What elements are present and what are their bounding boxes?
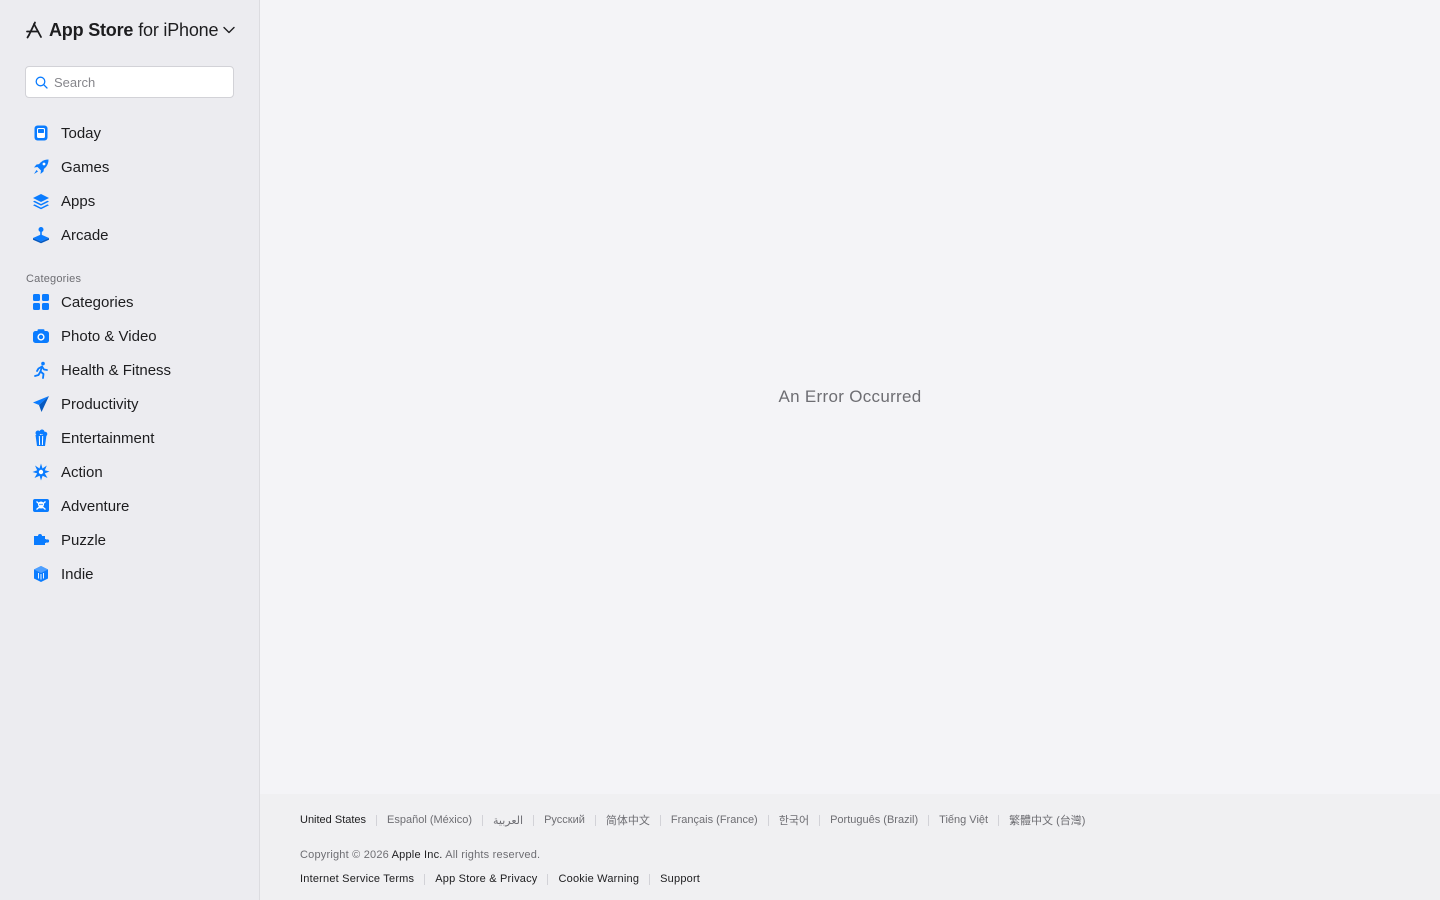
nav-item-label: Adventure: [61, 497, 130, 515]
legal-links: Internet Service Terms App Store & Priva…: [300, 873, 700, 885]
search-box[interactable]: [25, 66, 234, 98]
nav-item-label: Action: [61, 463, 103, 481]
running-figure-icon: [31, 360, 51, 380]
nav-item-adventure[interactable]: Adventure: [25, 489, 235, 523]
nav-item-label: Photo & Video: [61, 327, 157, 345]
footer: United States Español (México) العربية Р…: [260, 794, 1440, 900]
copyright-suffix: All rights reserved.: [445, 849, 541, 861]
language-link[interactable]: 繁體中文 (台灣): [1009, 812, 1085, 828]
copyright: Copyright © 2026 Apple Inc. All rights r…: [300, 849, 540, 861]
search-icon: [35, 76, 48, 89]
nav-item-categories[interactable]: Categories: [25, 285, 235, 319]
joystick-icon: [31, 225, 51, 245]
camera-icon: [31, 326, 51, 346]
language-link[interactable]: 한국어: [779, 812, 809, 828]
nav-item-label: Games: [61, 158, 110, 176]
nav-item-health-fitness[interactable]: Health & Fitness: [25, 353, 235, 387]
nav-item-label: Indie: [61, 565, 94, 583]
burst-icon: [31, 462, 51, 482]
indie-cube-icon: [31, 564, 51, 584]
divider: [533, 814, 535, 826]
nav-item-label: Arcade: [61, 226, 109, 244]
language-link[interactable]: 简体中文: [606, 812, 650, 828]
grid-icon: [31, 292, 51, 312]
divider: [659, 814, 661, 826]
nav-item-label: Puzzle: [61, 531, 107, 549]
categories-heading: Categories: [26, 273, 82, 285]
divider: [594, 814, 596, 826]
puzzle-piece-icon: [31, 530, 51, 550]
today-icon: [31, 123, 51, 143]
cookie-warning-link[interactable]: Cookie Warning: [558, 873, 639, 885]
paper-plane-icon: [31, 394, 51, 414]
divider: [767, 814, 769, 826]
language-link[interactable]: العربية: [493, 814, 523, 827]
nav-item-arcade[interactable]: Arcade: [25, 218, 235, 252]
nav-item-productivity[interactable]: Productivity: [25, 387, 235, 421]
nav-item-label: Health & Fitness: [61, 361, 172, 379]
language-link[interactable]: Tiếng Việt: [939, 814, 988, 826]
categories-nav: Categories Photo & Video Health & Fitnes…: [25, 285, 235, 591]
language-link[interactable]: Português (Brazil): [830, 814, 918, 826]
chevron-down-icon: [223, 26, 235, 34]
skull-crossbones-icon: [31, 496, 51, 516]
copyright-prefix: Copyright © 2026: [300, 849, 389, 861]
divider: [547, 873, 549, 885]
search-input[interactable]: [54, 74, 224, 90]
nav-item-games[interactable]: Games: [25, 150, 235, 184]
layers-icon: [31, 191, 51, 211]
divider: [928, 814, 930, 826]
nav-item-indie[interactable]: Indie: [25, 557, 235, 591]
divider: [649, 873, 651, 885]
divider: [424, 873, 426, 885]
divider: [998, 814, 1000, 826]
nav-item-label: Entertainment: [61, 429, 155, 447]
nav-item-label: Today: [61, 124, 102, 142]
main-content: An Error Occurred: [260, 0, 1440, 794]
main-nav: Today Games Apps Arcade: [25, 116, 235, 252]
copyright-company-link[interactable]: Apple Inc.: [392, 849, 443, 861]
language-selector: United States Español (México) العربية Р…: [300, 812, 1085, 828]
app-store-logo-icon: [25, 20, 45, 40]
nav-item-label: Categories: [61, 293, 134, 311]
nav-item-action[interactable]: Action: [25, 455, 235, 489]
brand-platform: for iPhone: [138, 19, 219, 40]
rocket-icon: [31, 157, 51, 177]
nav-item-entertainment[interactable]: Entertainment: [25, 421, 235, 455]
sidebar: App Store for iPhone Today Games: [0, 0, 260, 900]
nav-item-apps[interactable]: Apps: [25, 184, 235, 218]
support-link[interactable]: Support: [660, 873, 700, 885]
brand-title: App Store: [49, 19, 134, 40]
internet-service-terms-link[interactable]: Internet Service Terms: [300, 873, 414, 885]
language-link[interactable]: United States: [300, 814, 366, 826]
divider: [819, 814, 821, 826]
brand-platform-selector[interactable]: App Store for iPhone: [25, 19, 235, 41]
popcorn-icon: [31, 428, 51, 448]
app-store-privacy-link[interactable]: App Store & Privacy: [435, 873, 537, 885]
language-link[interactable]: Русский: [544, 814, 585, 826]
language-link[interactable]: Français (France): [671, 814, 758, 826]
nav-item-photo-video[interactable]: Photo & Video: [25, 319, 235, 353]
language-link[interactable]: Español (México): [387, 814, 472, 826]
nav-item-label: Apps: [61, 192, 96, 210]
nav-item-today[interactable]: Today: [25, 116, 235, 150]
nav-item-puzzle[interactable]: Puzzle: [25, 523, 235, 557]
error-message: An Error Occurred: [778, 387, 922, 406]
divider: [482, 814, 484, 826]
nav-item-label: Productivity: [61, 395, 139, 413]
divider: [376, 814, 378, 826]
